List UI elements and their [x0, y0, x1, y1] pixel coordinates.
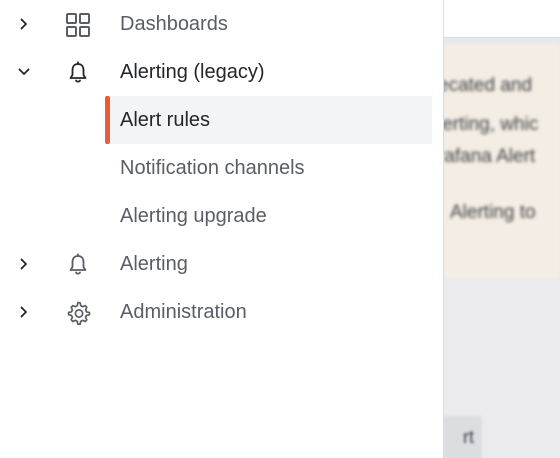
- chevron-right-icon[interactable]: [15, 303, 33, 321]
- gear-icon: [65, 300, 91, 326]
- nav-item-alerting[interactable]: Alerting: [0, 240, 444, 288]
- banner-text-line: ecated and: [444, 75, 533, 96]
- dashboards-grid-icon: [65, 12, 91, 38]
- sub-item-notification-channels[interactable]: Notification channels: [105, 144, 432, 192]
- sub-item-alerting-upgrade[interactable]: Alerting upgrade: [105, 192, 432, 240]
- bell-icon: [65, 60, 91, 86]
- background-lower-area: rt: [444, 278, 560, 458]
- sub-item-alert-rules[interactable]: Alert rules: [105, 96, 432, 144]
- background-topbar: [444, 0, 560, 38]
- banner-text-line: Alerting to: [450, 202, 536, 223]
- chevron-right-icon[interactable]: [15, 255, 33, 273]
- nav-item-alerting-legacy[interactable]: Alerting (legacy): [0, 48, 444, 96]
- mega-menu-nav: Dashboards Alerting (legacy) Alert rules…: [0, 0, 444, 458]
- nav-item-administration[interactable]: Administration: [0, 288, 444, 336]
- chevron-right-icon[interactable]: [15, 15, 33, 33]
- chevron-down-icon[interactable]: [15, 63, 33, 81]
- nav-item-dashboards[interactable]: Dashboards: [0, 0, 444, 48]
- nav-item-label: Administration: [120, 301, 247, 323]
- bell-icon: [65, 252, 91, 278]
- nav-item-label: Dashboards: [120, 13, 228, 35]
- nav-item-label: Alerting (legacy): [120, 61, 265, 83]
- sub-item-label: Alerting upgrade: [120, 205, 267, 227]
- nav-item-label: Alerting: [120, 253, 188, 275]
- sub-item-label: Alert rules: [120, 109, 211, 131]
- background-button-label: rt: [463, 427, 474, 447]
- deprecation-banner: ecated and lerting, whic rafana Alert Al…: [444, 44, 560, 278]
- banner-text-line: lerting, whic: [444, 114, 539, 135]
- background-page: ecated and lerting, whic rafana Alert Al…: [444, 0, 560, 458]
- background-button[interactable]: rt: [444, 416, 482, 458]
- banner-text-line: rafana Alert: [444, 146, 536, 167]
- active-indicator: [105, 96, 110, 144]
- sub-item-label: Notification channels: [120, 157, 305, 179]
